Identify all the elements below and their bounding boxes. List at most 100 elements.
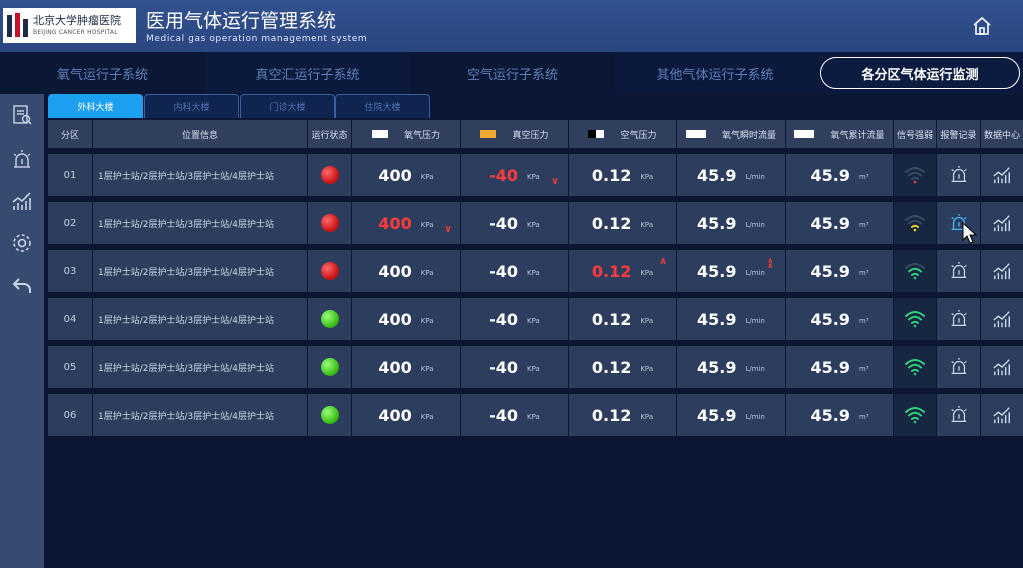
alarm-arrow-icon: ∨ [551,176,560,187]
oxygen-pressure-cell: 400 KPa ∨ [352,202,460,244]
oxygen-total-value: 45.9 [810,213,850,233]
zone-cell: 01 [48,154,92,196]
sidebar-alarm-button[interactable] [8,147,36,173]
sidebar-back-button[interactable] [8,272,36,298]
vacuum-pressure-cell: -40 KPa [461,250,568,292]
signal-cell [894,250,936,292]
pressure-unit: KPa [640,173,654,181]
data-center-icon [993,167,1010,184]
location-cell: 1层护士站/2层护士站/3层护士站/4层护士站 [93,250,307,292]
oxygen-pressure-cell: 400 KPa [352,298,460,340]
status-indicator [320,406,339,424]
table-header: 分区 位置信息 运行状态 氧气压力 真空压力 空气压力 氧气瞬时流量 氧气累计流… [48,120,1023,148]
air-pressure-value: 0.12 [591,405,632,425]
flow-unit: L/min [745,221,765,229]
oxygen-total-value: 45.9 [810,309,850,329]
tab-zone-monitoring[interactable]: 各分区气体运行监测 [820,57,1020,89]
app-subtitle: Medical gas operation management system [146,34,368,44]
alarm-record-icon [950,309,967,326]
pressure-unit: KPa [420,365,434,373]
vacuum-pressure-cell: -40 KPa [461,346,568,388]
air-pressure-value: 0.12 [591,165,632,185]
data-center-button[interactable] [981,154,1023,196]
alarm-record-button[interactable] [937,154,980,196]
hospital-logo: 北京大学肿瘤医院 BEIJING CANCER HOSPITAL [3,8,136,43]
oxygen-total-cell: 45.9 m³ [786,346,893,388]
pressure-unit: KPa [527,221,540,229]
header-vacuum-label: 真空压力 [512,130,549,141]
air-pressure-cell: 0.12 KPa ∧ [569,250,676,292]
alarm-record-icon [950,357,967,374]
wifi-signal-icon [905,311,925,328]
tab-oxygen[interactable]: 氧气运行子系统 [0,52,205,94]
oxygen-total-cell: 45.9 m³ [786,154,893,196]
status-cell [308,298,351,340]
oxygen-flow-cell: 45.9 L/min [677,394,785,436]
status-cell [308,346,351,388]
data-center-button[interactable] [981,394,1023,436]
oxygen-pressure-value: 400 [378,357,412,377]
subtab-inpatient-building[interactable]: 住院大楼 [335,94,430,118]
alarm-record-button[interactable] [937,298,980,340]
data-center-button[interactable] [981,346,1023,388]
location-cell: 1层护士站/2层护士站/3层护士站/4层护士站 [93,346,307,388]
flow-unit: L/min [745,317,765,325]
header-location: 位置信息 [93,120,307,148]
flow-unit: L/min [745,269,765,277]
oxygen-pressure-cell: 400 KPa [352,154,460,196]
oxygen-total-cell: 45.9 m³ [786,202,893,244]
sidebar-settings-button[interactable] [8,230,36,256]
table-row: 06 1层护士站/2层护士站/3层护士站/4层护士站 400 KPa -40 KPa… [48,394,1023,436]
oxygen-total-value: 45.9 [810,405,850,425]
pressure-unit: KPa [640,317,654,325]
oxygen-flow-value: 45.9 [697,213,737,233]
subtab-surgery-building[interactable]: 外科大楼 [48,94,143,118]
zone-number: 01 [63,169,77,181]
pressure-unit: KPa [640,221,654,229]
total-unit: m³ [858,317,869,325]
sidebar-chart-button[interactable] [8,188,36,214]
signal-cell [894,346,936,388]
header-zone: 分区 [48,120,92,148]
air-pressure-cell: 0.12 KPa [569,202,676,244]
home-button[interactable] [970,14,994,38]
alarm-record-button[interactable] [937,346,980,388]
location-text: 1层护士站/2层护士站/3层护士站/4层护士站 [98,315,275,326]
air-pressure-value: 0.12 [591,261,632,281]
tab-other-gas[interactable]: 其他气体运行子系统 [615,52,815,94]
zone-cell: 06 [48,394,92,436]
data-center-button[interactable] [981,298,1023,340]
header-total-label: 氧气累计流量 [830,130,885,141]
vacuum-pressure-value: -40 [489,213,519,233]
settings-icon [13,234,31,252]
alarm-record-button[interactable] [937,394,980,436]
pressure-unit: KPa [527,413,540,421]
header-oxygen-pressure: 氧气压力 [352,120,460,148]
subsystem-nav: 氧气运行子系统 真空汇运行子系统 空气运行子系统 其他气体运行子系统 各分区气体… [0,52,1023,94]
vacuum-pressure-value: -40 [489,405,519,425]
subtab-internal-building[interactable]: 内科大楼 [144,94,239,118]
sidebar-report-button[interactable] [8,102,36,128]
tab-vacuum[interactable]: 真空汇运行子系统 [205,52,410,94]
data-center-button[interactable] [981,250,1023,292]
header-status: 运行状态 [308,120,351,148]
status-indicator [320,214,339,232]
mouse-cursor-icon [962,222,978,244]
alarm-record-button[interactable] [937,250,980,292]
oxygen-pressure-value: 400 [378,309,412,329]
alarm-icon [13,150,31,168]
oxygen-flow-cell: 45.9 L/min [677,154,785,196]
data-center-button[interactable] [981,202,1023,244]
subtab-outpatient-building[interactable]: 门诊大楼 [240,94,335,118]
pressure-unit: KPa [420,317,434,325]
header-signal: 信号强弱 [894,120,936,148]
air-pressure-value: 0.12 [591,309,632,329]
oxygen-flow-value: 45.9 [697,357,737,377]
total-unit: m³ [858,221,869,229]
tab-air[interactable]: 空气运行子系统 [410,52,615,94]
status-indicator [320,166,339,184]
header-alarm-record: 报警记录 [937,120,980,148]
total-unit: m³ [858,413,869,421]
pressure-unit: KPa [420,173,434,181]
header-vacuum-pressure: 真空压力 [461,120,568,148]
